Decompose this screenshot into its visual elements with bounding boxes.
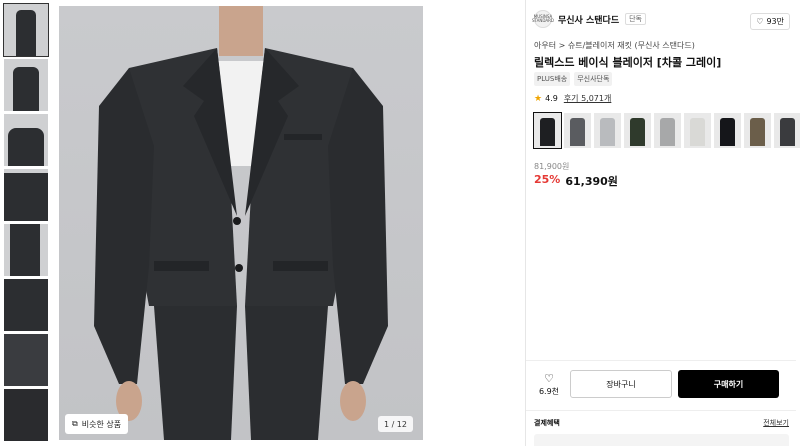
like-button[interactable]: ♡ 93만 bbox=[750, 13, 790, 30]
discount-rate: 25% bbox=[534, 173, 561, 186]
like-count: 93만 bbox=[766, 17, 784, 26]
color-swatch-list bbox=[533, 112, 800, 149]
badge-exclusive: 무신사단독 bbox=[574, 72, 613, 86]
color-swatch[interactable] bbox=[533, 112, 562, 149]
copy-icon: ⧉ bbox=[72, 419, 78, 428]
main-product-image[interactable]: ⧉ 비슷한 상품 1 / 12 bbox=[59, 6, 423, 440]
brand-row[interactable]: MUSINSA STANDARD 무신사 스탠다드 단독 bbox=[532, 10, 646, 28]
color-swatch[interactable] bbox=[684, 113, 711, 148]
badge-plus-delivery: PLUS배송 bbox=[534, 72, 571, 86]
swatch-jacket-image bbox=[660, 118, 675, 146]
thumbnail[interactable] bbox=[4, 334, 48, 386]
payment-benefits-header: 결제혜택 전체보기 bbox=[534, 418, 789, 428]
rating-row: ★ 4.9 후기 5,071개 bbox=[534, 93, 611, 104]
color-swatch[interactable] bbox=[624, 113, 651, 148]
model-illustration bbox=[94, 6, 388, 440]
color-swatch[interactable] bbox=[714, 113, 741, 148]
badge-list: PLUS배송 무신사단독 bbox=[534, 72, 613, 86]
benefits-view-all-link[interactable]: 전체보기 bbox=[763, 418, 789, 428]
swatch-jacket-image bbox=[720, 118, 735, 146]
color-swatch[interactable] bbox=[744, 113, 771, 148]
image-counter: 1 / 12 bbox=[377, 416, 413, 432]
brand-tag: 단독 bbox=[625, 13, 646, 25]
swatch-jacket-image bbox=[630, 118, 645, 146]
thumbnail[interactable] bbox=[4, 169, 48, 221]
thumbnail[interactable] bbox=[4, 114, 48, 166]
swatch-jacket-image bbox=[540, 118, 555, 146]
purchase-actions: ♡ 6.9천 장바구니 구매하기 bbox=[534, 370, 789, 398]
benefits-title: 결제혜택 bbox=[534, 419, 560, 427]
thumbnail-list bbox=[3, 3, 50, 444]
add-to-cart-button[interactable]: 장바구니 bbox=[570, 370, 672, 398]
star-icon: ★ bbox=[534, 93, 543, 104]
benefit-banner[interactable] bbox=[534, 434, 789, 446]
wish-count: 6.9천 bbox=[538, 386, 560, 396]
divider bbox=[526, 360, 796, 361]
rating-value: 4.9 bbox=[545, 94, 558, 103]
heart-icon: ♡ bbox=[544, 371, 554, 385]
breadcrumb[interactable]: 아우터 > 슈트/블레이저 재킷 (무신사 스탠다드) bbox=[534, 40, 695, 51]
color-swatch[interactable] bbox=[564, 113, 591, 148]
similar-products-button[interactable]: ⧉ 비슷한 상품 bbox=[65, 414, 129, 434]
brand-name[interactable]: 무신사 스탠다드 bbox=[558, 13, 619, 26]
original-price: 81,900원 bbox=[534, 162, 570, 171]
color-swatch[interactable] bbox=[774, 113, 800, 148]
thumbnail[interactable] bbox=[4, 279, 48, 331]
thumbnail[interactable] bbox=[3, 3, 49, 57]
final-price: 61,390원 bbox=[565, 175, 618, 188]
color-swatch[interactable] bbox=[594, 113, 621, 148]
thumbnail[interactable] bbox=[4, 59, 48, 111]
swatch-jacket-image bbox=[600, 118, 615, 146]
swatch-jacket-image bbox=[570, 118, 585, 146]
similar-products-label: 비슷한 상품 bbox=[81, 419, 122, 429]
color-swatch[interactable] bbox=[654, 113, 681, 148]
heart-icon: ♡ bbox=[756, 17, 764, 26]
divider bbox=[526, 410, 796, 411]
wish-button[interactable]: ♡ 6.9천 bbox=[534, 372, 564, 397]
product-title: 릴렉스드 베이식 블레이저 [차콜 그레이] bbox=[534, 56, 722, 69]
brand-logo: MUSINSA STANDARD bbox=[532, 10, 554, 28]
price-row: 25% 61,390원 bbox=[534, 173, 618, 189]
swatch-jacket-image bbox=[780, 118, 795, 146]
buy-now-button[interactable]: 구매하기 bbox=[678, 370, 779, 398]
product-info-panel: MUSINSA STANDARD 무신사 스탠다드 단독 ♡ 93만 아우터 >… bbox=[525, 0, 800, 446]
swatch-jacket-image bbox=[750, 118, 765, 146]
thumbnail[interactable] bbox=[4, 389, 48, 441]
swatch-jacket-image bbox=[690, 118, 705, 146]
thumbnail[interactable] bbox=[4, 224, 48, 276]
review-link[interactable]: 후기 5,071개 bbox=[564, 93, 612, 104]
